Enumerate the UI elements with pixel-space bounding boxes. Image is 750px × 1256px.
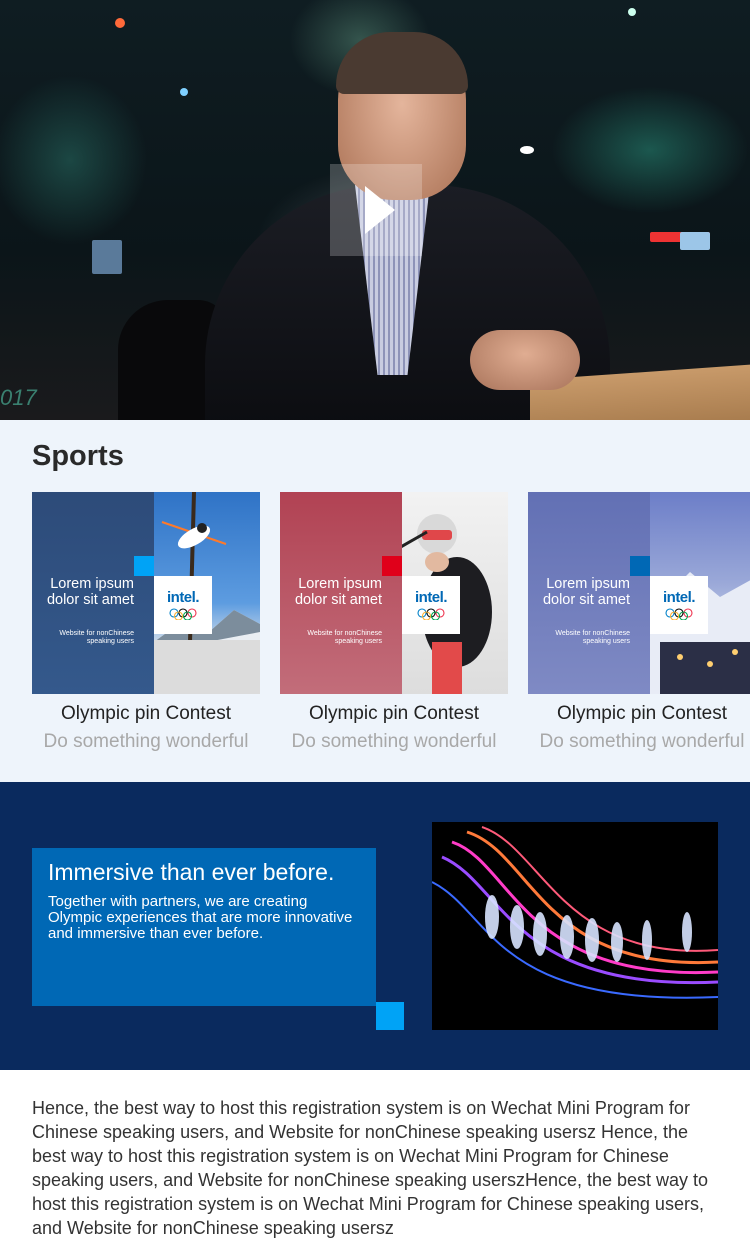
- bokeh-light: [680, 232, 710, 250]
- backdrop-year: 017: [0, 385, 37, 410]
- intel-logo: intel.: [402, 576, 460, 634]
- olympic-rings-icon: [417, 608, 445, 620]
- bokeh-light: [628, 8, 636, 16]
- card-sublabel: Website for nonChinese speaking users: [307, 630, 382, 645]
- sport-card[interactable]: Lorem ipsum dolor sit amet Website for n…: [280, 492, 508, 753]
- hero-video[interactable]: 017: [0, 0, 750, 420]
- person-hands: [470, 330, 580, 390]
- card-accent-square: [134, 556, 154, 576]
- card-accent-square: [382, 556, 402, 576]
- olympic-rings-icon: [665, 608, 693, 620]
- immersive-text-box: Immersive than ever before. Together wit…: [32, 848, 376, 1006]
- immersive-title: Immersive than ever before.: [48, 859, 335, 885]
- immersive-accent-square: [376, 1002, 404, 1030]
- card-image: Lorem ipsum dolor sit amet Website for n…: [32, 492, 260, 694]
- logo-word: intel.: [662, 589, 696, 606]
- person-hair: [336, 32, 468, 94]
- logo-word: intel.: [166, 589, 200, 606]
- sports-section: Sports Lorem ipsum dolor sit amet Websit…: [0, 420, 750, 782]
- immersive-body: Together with partners, we are creating …: [48, 893, 353, 942]
- card-title: Olympic pin Contest: [60, 703, 231, 724]
- card-gray-panel: [154, 640, 260, 694]
- card-subtitle: Do something wonderful: [539, 731, 745, 752]
- play-button[interactable]: [330, 164, 422, 256]
- bokeh-light: [520, 146, 534, 154]
- intel-logo: intel.: [154, 576, 212, 634]
- sport-card[interactable]: Lorem ipsum dolor sit amet Website for n…: [32, 492, 260, 753]
- light-skaters-icon: [432, 822, 718, 1030]
- card-lorem-text: Lorem ipsum dolor sit amet: [294, 576, 382, 608]
- card-subtitle: Do something wonderful: [291, 731, 497, 752]
- card-lorem-text: Lorem ipsum dolor sit amet: [46, 576, 134, 608]
- card-sublabel: Website for nonChinese speaking users: [59, 630, 134, 645]
- immersive-section: Immersive than ever before. Together wit…: [0, 782, 750, 1070]
- play-icon: [365, 186, 395, 234]
- olympic-rings-icon: [169, 608, 197, 620]
- card-image: Lorem ipsum dolor sit amet Website for n…: [528, 492, 750, 694]
- card-sublabel: Website for nonChinese speaking users: [555, 630, 630, 645]
- bokeh-light: [180, 88, 188, 96]
- bokeh-light: [92, 240, 122, 274]
- card-lorem-text: Lorem ipsum dolor sit amet: [542, 576, 630, 608]
- bokeh-light: [115, 18, 125, 28]
- card-title: Olympic pin Contest: [308, 703, 479, 724]
- intel-logo: intel.: [650, 576, 708, 634]
- card-subtitle: Do something wonderful: [43, 731, 249, 752]
- logo-word: intel.: [414, 589, 448, 606]
- card-title: Olympic pin Contest: [556, 703, 727, 724]
- section-title: Sports: [32, 440, 124, 472]
- body-paragraph: Hence, the best way to host this registr…: [32, 1098, 709, 1238]
- sport-card[interactable]: Lorem ipsum dolor sit amet Website for n…: [528, 492, 750, 753]
- card-image: Lorem ipsum dolor sit amet Website for n…: [280, 492, 508, 694]
- card-accent-square: [630, 556, 650, 576]
